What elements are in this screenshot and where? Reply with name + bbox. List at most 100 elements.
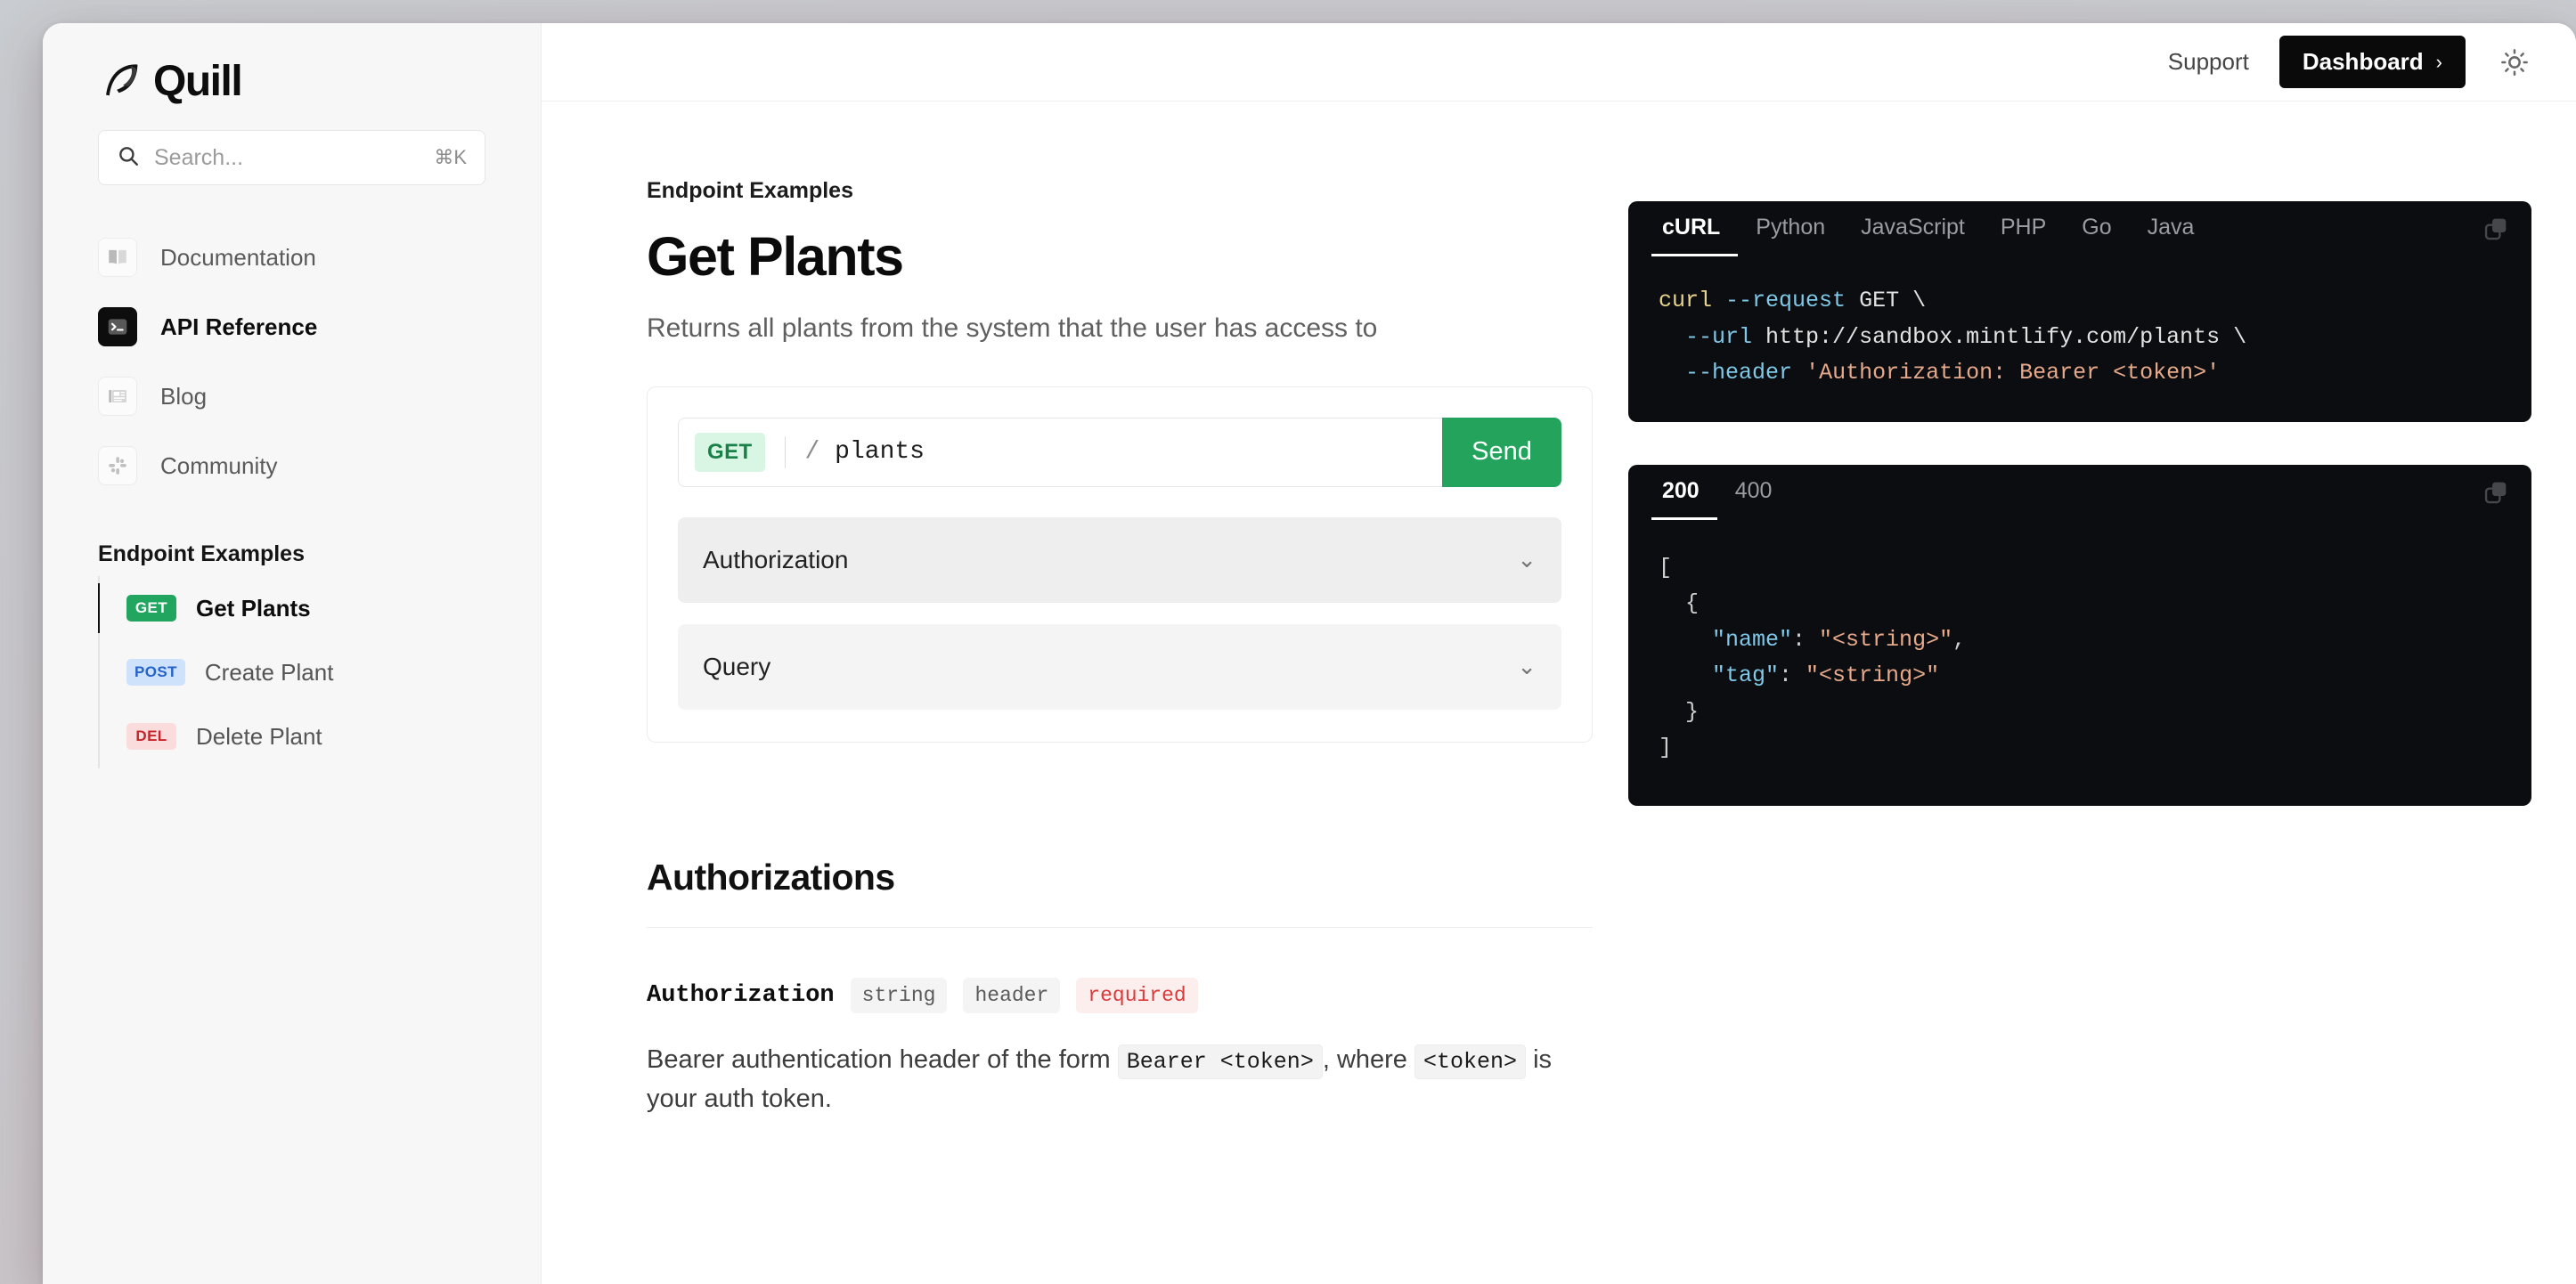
sidebar-group-title: Endpoint Examples <box>98 541 541 567</box>
primary-nav: Documentation API Reference <box>43 223 541 500</box>
sidebar-item-create-plant[interactable]: POST Create Plant <box>100 640 541 704</box>
feather-icon <box>98 58 144 104</box>
curl-flag-url: --url <box>1685 324 1752 350</box>
sidebar-item-documentation[interactable]: Documentation <box>98 223 485 292</box>
accordion-label: Query <box>703 653 770 681</box>
support-link[interactable]: Support <box>2168 48 2249 76</box>
location-tag: header <box>963 978 1060 1013</box>
send-button[interactable]: Send <box>1442 418 1561 487</box>
endpoint-label: Delete Plant <box>196 723 322 751</box>
parameter-header: Authorization string header required <box>647 978 1593 1013</box>
sidebar-item-blog[interactable]: Blog <box>98 362 485 431</box>
page-description: Returns all plants from the system that … <box>647 311 1593 347</box>
parameter-name: Authorization <box>647 982 835 1009</box>
sun-icon[interactable] <box>2496 44 2533 81</box>
endpoint-label: Get Plants <box>196 595 311 622</box>
endpoint-nav: GET Get Plants POST Create Plant DEL Del… <box>98 576 541 768</box>
dashboard-button-label: Dashboard <box>2303 48 2424 76</box>
page-title: Get Plants <box>647 225 1593 288</box>
sidebar-item-get-plants[interactable]: GET Get Plants <box>100 576 541 640</box>
sidebar-item-community[interactable]: Community <box>98 431 485 500</box>
copy-icon[interactable] <box>2464 465 2510 520</box>
curl-header-value: 'Authorization: Bearer <token>' <box>1806 360 2220 386</box>
json-close-brace: } <box>1685 699 1699 725</box>
method-badge: POST <box>126 659 185 686</box>
response-tabs: 200 400 <box>1628 465 2531 520</box>
sidebar-item-delete-plant[interactable]: DEL Delete Plant <box>100 704 541 768</box>
sidebar-item-label: Documentation <box>160 244 316 272</box>
tab-go[interactable]: Go <box>2064 201 2129 256</box>
breadcrumb: Endpoint Examples <box>647 178 1593 204</box>
sidebar-item-label: API Reference <box>160 313 317 341</box>
request-sections: Authorization ⌄ Query ⌄ <box>678 517 1561 710</box>
inline-code-bearer: Bearer <token> <box>1118 1044 1323 1079</box>
json-open-bracket: [ <box>1659 555 1672 581</box>
book-icon <box>98 238 137 277</box>
tab-200[interactable]: 200 <box>1651 465 1717 520</box>
response-json-block: [ { "name": "<string>", "tag": "<string>… <box>1628 520 2531 806</box>
dashboard-button[interactable]: Dashboard › <box>2279 36 2466 88</box>
terminal-icon <box>98 307 137 346</box>
method-badge: GET <box>126 595 176 622</box>
url-input[interactable]: GET / plants <box>678 418 1442 487</box>
json-key-name: "name" <box>1712 627 1792 653</box>
desc-text-2: , where <box>1323 1045 1407 1074</box>
accordion-label: Authorization <box>703 546 848 574</box>
request-path: / plants <box>805 438 925 466</box>
chevron-down-icon: ⌄ <box>1517 653 1537 680</box>
chevron-right-icon: › <box>2436 51 2442 74</box>
desc-text-1: Bearer authentication header of the form <box>647 1045 1111 1074</box>
json-comma: , <box>1952 627 1966 653</box>
brand[interactable]: Quill <box>43 23 541 105</box>
type-tag: string <box>851 978 948 1013</box>
tab-php[interactable]: PHP <box>1983 201 2064 256</box>
curl-code-block: curl --request GET \ --url http://sandbo… <box>1628 256 2531 422</box>
curl-url: http://sandbox.mintlify.com/plants \ <box>1765 324 2246 350</box>
tab-javascript[interactable]: JavaScript <box>1843 201 1983 256</box>
json-key-tag: "tag" <box>1712 662 1779 688</box>
search-icon <box>117 144 140 172</box>
search-shortcut: ⌘K <box>434 146 467 169</box>
sidebar-item-label: Community <box>160 452 277 480</box>
json-close-bracket: ] <box>1659 735 1672 760</box>
browser-window: Quill Search... ⌘K Documentation <box>43 23 2576 1284</box>
tab-java[interactable]: Java <box>2130 201 2213 256</box>
method-badge: DEL <box>126 723 176 750</box>
tab-python[interactable]: Python <box>1738 201 1843 256</box>
brand-name: Quill <box>153 57 241 106</box>
sidebar-item-label: Blog <box>160 383 207 410</box>
api-playground: GET / plants Send Authorization ⌄ Query <box>647 386 1593 743</box>
curl-flag-header: --header <box>1685 360 1792 386</box>
doc-column: Endpoint Examples Get Plants Returns all… <box>542 178 1593 1284</box>
curl-method: GET \ <box>1859 288 1926 313</box>
request-url-row: GET / plants Send <box>678 418 1561 487</box>
path-value: plants <box>835 438 925 466</box>
language-tabs: cURL Python JavaScript PHP Go Java <box>1628 201 2531 256</box>
topbar: Support Dashboard › <box>542 23 2576 102</box>
copy-icon[interactable] <box>2464 201 2510 256</box>
tab-curl[interactable]: cURL <box>1651 201 1738 256</box>
search-input[interactable]: Search... ⌘K <box>98 130 485 185</box>
curl-flag-request: --request <box>1725 288 1846 313</box>
required-tag: required <box>1076 978 1197 1013</box>
response-code-card: 200 400 [ { "name": "<string>", "tag": "… <box>1628 465 2531 806</box>
method-badge: GET <box>695 433 765 472</box>
newspaper-icon <box>98 377 137 416</box>
json-open-brace: { <box>1685 590 1699 616</box>
content-area: Endpoint Examples Get Plants Returns all… <box>542 102 2576 1284</box>
tab-400[interactable]: 400 <box>1717 465 1790 520</box>
request-code-card: cURL Python JavaScript PHP Go Java <box>1628 201 2531 422</box>
main-area: Support Dashboard › Endpoint Examples Ge… <box>542 23 2576 1284</box>
json-value-name: "<string>" <box>1819 627 1952 653</box>
chevron-down-icon: ⌄ <box>1517 546 1537 573</box>
query-accordion[interactable]: Query ⌄ <box>678 624 1561 710</box>
authorization-accordion[interactable]: Authorization ⌄ <box>678 517 1561 603</box>
inline-code-token: <token> <box>1414 1044 1526 1079</box>
sidebar-item-api-reference[interactable]: API Reference <box>98 292 485 362</box>
search-placeholder: Search... <box>154 145 420 171</box>
authorizations-heading: Authorizations <box>647 857 1593 898</box>
endpoint-label: Create Plant <box>205 659 334 687</box>
divider <box>647 927 1593 928</box>
code-column: cURL Python JavaScript PHP Go Java <box>1628 178 2531 1284</box>
slack-icon <box>98 446 137 485</box>
